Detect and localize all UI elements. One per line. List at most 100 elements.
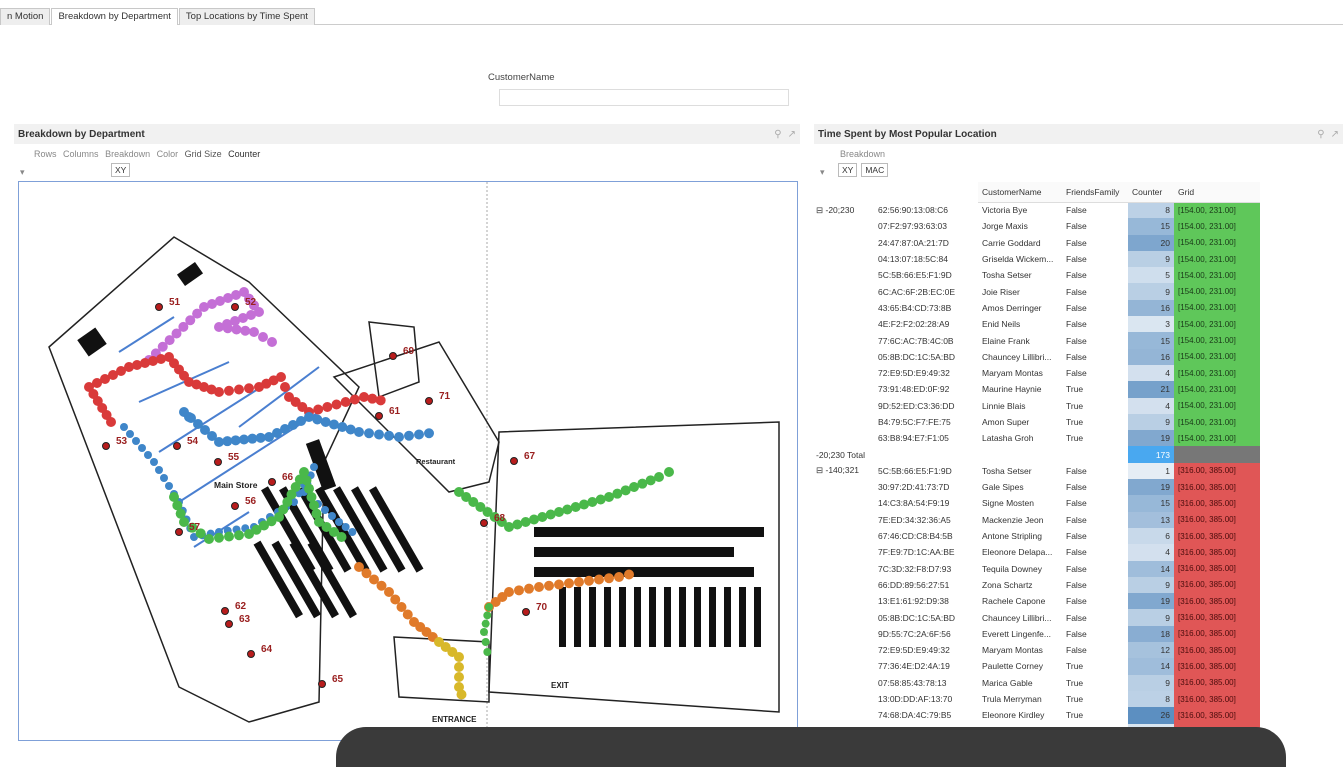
tab-top-locations[interactable]: Top Locations by Time Spent xyxy=(178,8,315,25)
grid-cell: [316.00, 385.00] xyxy=(1174,593,1260,610)
table-row[interactable]: 7E:ED:34:32:36:A5 Mackenzie Jeon False 13 [3… xyxy=(812,511,1260,528)
shelf-counter[interactable]: Counter xyxy=(228,149,260,159)
col-friends-family[interactable]: FriendsFamily xyxy=(1062,182,1128,203)
zone-marker xyxy=(102,442,110,450)
path-dot-red xyxy=(214,387,224,397)
expand-icon-right[interactable]: ↗ xyxy=(1331,129,1339,140)
zone-label: 53 xyxy=(116,436,128,447)
table-row[interactable]: 05:8B:DC:1C:5A:BD Chauncey Lillibri... Fal… xyxy=(812,348,1260,365)
table-row[interactable]: 7F:E9:7D:1C:AA:BE Eleonore Delapa... False… xyxy=(812,544,1260,561)
table-row[interactable]: 63:B8:94:E7:F1:05 Latasha Groh True 19 [154.… xyxy=(812,430,1260,447)
mac-cell: 7E:ED:34:32:36:A5 xyxy=(878,514,951,525)
tab-in-motion[interactable]: n Motion xyxy=(0,8,51,25)
table-row[interactable]: 9D:52:ED:C3:36:DD Linnie Blais True 4 [154.0… xyxy=(812,397,1260,414)
counter-cell: 3 xyxy=(1128,316,1174,333)
table-row[interactable]: 24:47:87:0A:21:7D Carrie Goddard False 20 [1… xyxy=(812,234,1260,251)
mac-cell: 66:DD:89:56:27:51 xyxy=(878,579,950,590)
group-label xyxy=(812,398,874,414)
table-row[interactable]: 9D:55:7C:2A:6F:56 Everett Lingenfe... Fals… xyxy=(812,625,1260,643)
table-row[interactable]: 07:F2:97:93:63:03 Jorge Maxis False 15 [154.… xyxy=(812,218,1260,235)
table-row[interactable]: ⊟ -20;230 62:56:90:13:08:C6 Victoria Bye Fa… xyxy=(812,202,1260,219)
right-shelf-breakdown[interactable]: Breakdown xyxy=(840,149,885,159)
pill-xy[interactable]: XY xyxy=(838,163,858,177)
table-row[interactable]: B4:79:5C:F7:FE:75 Amon Super True 9 [154.00,… xyxy=(812,413,1260,431)
table-row[interactable]: 04:13:07:18:5C:84 Griselda Wickem... False… xyxy=(812,250,1260,268)
table-row[interactable]: 5C:5B:66:E5:F1:9D Tosha Setser False 5 [154.… xyxy=(812,267,1260,284)
breakdown-pill-xy[interactable]: XY xyxy=(111,163,131,177)
restaurant-label: Restaurant xyxy=(416,457,456,466)
path-dot-green xyxy=(481,619,490,628)
counter-cell: 16 xyxy=(1128,299,1174,317)
search-icon[interactable]: ⚲ xyxy=(774,129,781,140)
table-row[interactable]: 66:DD:89:56:27:51 Zona Schartz False 9 [316.… xyxy=(812,576,1260,594)
friends-cell: False xyxy=(1066,221,1087,232)
table-row[interactable]: 07:58:85:43:78:13 Marica Gable True 9 [316.0… xyxy=(812,674,1260,691)
table-row[interactable]: 14:C3:8A:54:F9:19 Signe Mosten False 15 [316… xyxy=(812,495,1260,512)
mac-cell: 07:58:85:43:78:13 xyxy=(878,677,947,688)
pill-mac[interactable]: MAC xyxy=(861,163,889,177)
table-row[interactable]: 13:0D:DD:AF:13:70 Trula Merryman True 8 [316… xyxy=(812,690,1260,708)
grid-cell: [154.00, 231.00] xyxy=(1174,267,1260,284)
shelf xyxy=(709,587,716,647)
shelf xyxy=(559,587,566,647)
search-icon-right[interactable]: ⚲ xyxy=(1317,129,1324,140)
counter-cell: 21 xyxy=(1128,381,1174,398)
table-row[interactable]: 67:46:CD:C8:B4:5B Antone Stripling False 6[… xyxy=(812,527,1260,545)
counter-cell: 9 xyxy=(1128,576,1174,594)
friends-cell: True xyxy=(1066,433,1084,444)
table-row[interactable]: 05:8B:DC:1C:5A:BD Chauncey Lillibri... Fal… xyxy=(812,609,1260,626)
shelf-columns[interactable]: Columns xyxy=(63,149,99,159)
tab-breakdown-by-department[interactable]: Breakdown by Department xyxy=(51,8,178,25)
friends-cell: False xyxy=(1066,319,1087,330)
collapse-arrow-icon-right[interactable]: ▾ xyxy=(820,167,825,178)
customer-cell: Eleonore Delapa... xyxy=(982,547,1053,558)
customer-name-input[interactable] xyxy=(499,89,789,106)
path-dot-purple xyxy=(267,337,277,347)
zone-label: 61 xyxy=(389,406,401,417)
table-row[interactable]: 7C:3D:32:F8:D7:93 Tequila Downey False 14 [3… xyxy=(812,560,1260,577)
col-customer-name[interactable]: CustomerName xyxy=(978,182,1062,203)
table-row[interactable]: 6C:AC:6F:2B:EC:0E Joie Riser False 9 [154.00… xyxy=(812,283,1260,300)
col-grid[interactable]: Grid xyxy=(1174,182,1260,203)
shelf-grid-size[interactable]: Grid Size xyxy=(185,149,222,159)
col-counter[interactable]: Counter xyxy=(1128,182,1174,203)
store-map[interactable]: 51 52 53 54 55 56 57 61 62 63 64 65 66 67 68 69 70 71 Mai… xyxy=(18,181,798,741)
grid-cell: [154.00, 231.00] xyxy=(1174,413,1260,431)
shelf-breakdown[interactable]: Breakdown xyxy=(105,149,150,159)
path-dot-yellow xyxy=(456,689,467,700)
table-row[interactable]: ⊟ -140;321 5C:5B:66:E5:F1:9D Tosha Setser F… xyxy=(812,462,1260,480)
path-dot-purple xyxy=(214,322,224,332)
zone-marker xyxy=(155,303,163,311)
group-label xyxy=(812,349,874,365)
path-dot-purple xyxy=(249,327,259,337)
table-row[interactable]: 4E:F2:F2:02:28:A9 Enid Neils False 3 [154.00… xyxy=(812,316,1260,333)
group-label xyxy=(812,512,874,528)
counter-cell: 9 xyxy=(1128,250,1174,268)
zone-label: 64 xyxy=(261,644,273,655)
grid-cell: [316.00, 385.00] xyxy=(1174,625,1260,643)
shelf-rows[interactable]: Rows xyxy=(34,149,57,159)
collapse-arrow-icon[interactable]: ▾ xyxy=(20,167,25,178)
table-row[interactable]: 30:97:2D:41:73:7D Gale Sipes False 19 [316.0… xyxy=(812,479,1260,496)
table-row[interactable]: 77:36:4E:D2:4A:19 Paulette Corney True 14 [3… xyxy=(812,658,1260,675)
path-dot-blue xyxy=(150,458,158,466)
path-dot-orange xyxy=(544,580,554,591)
mac-cell: 77:6C:AC:7B:4C:0B xyxy=(878,335,954,346)
customer-filter: CustomerName xyxy=(488,72,789,106)
table-row[interactable]: 73:91:48:ED:0F:92 Maurine Haynie True 21 [15… xyxy=(812,381,1260,398)
friends-cell: False xyxy=(1066,547,1087,558)
expand-icon[interactable]: ↗ xyxy=(788,129,796,140)
customer-cell: Elaine Frank xyxy=(982,335,1030,346)
table-row[interactable]: 72:E9:5D:E9:49:32 Maryam Montas False 12 [31… xyxy=(812,642,1260,659)
table-row[interactable]: 43:65:B4:CD:73:8B Amos Derringer False 16 [1… xyxy=(812,299,1260,317)
path-dot-blue xyxy=(321,506,329,514)
shelf-color[interactable]: Color xyxy=(157,149,179,159)
zone-marker xyxy=(389,352,397,360)
table-row[interactable]: 74:68:DA:4C:79:B5 Eleonore Kirdley True 26[… xyxy=(812,707,1260,724)
table-row[interactable]: 77:6C:AC:7B:4C:0B Elaine Frank False 15 [154… xyxy=(812,332,1260,349)
table-row[interactable]: 72:E9:5D:E9:49:32 Maryam Montas False 4 [154… xyxy=(812,364,1260,382)
zone-label: 57 xyxy=(189,522,201,533)
path-dot-orange xyxy=(514,585,524,596)
table-row[interactable]: 13:E1:61:92:D9:38 Rachele Capone False 19 [3… xyxy=(812,593,1260,610)
total-label: -20;230 Total xyxy=(812,446,978,463)
